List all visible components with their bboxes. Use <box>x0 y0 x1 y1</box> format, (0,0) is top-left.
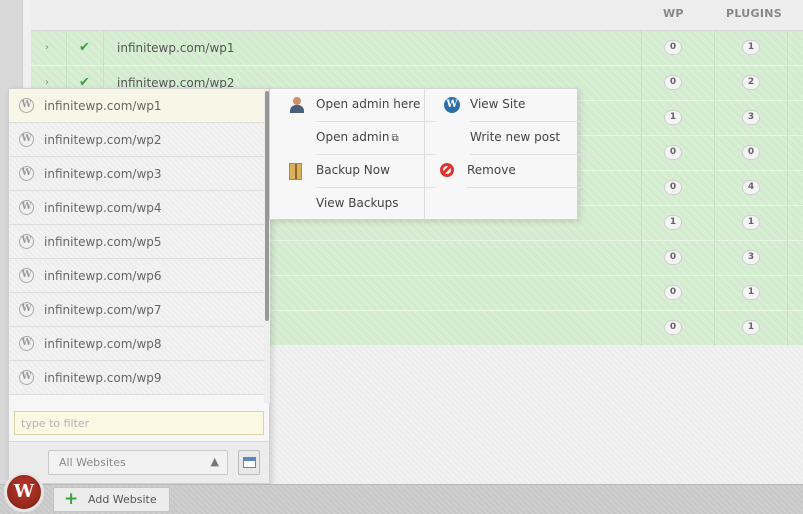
site-selector-panel: Winfinitewp.com/wp1 Winfinitewp.com/wp2 … <box>8 88 270 484</box>
menu-item-write-new-post[interactable]: Write new post <box>470 122 590 155</box>
menu-item-view-site[interactable]: W View Site <box>444 89 590 122</box>
column-header-wp[interactable]: WP <box>663 7 684 20</box>
wordpress-icon: W <box>444 97 460 113</box>
site-context-menu: Open admin here Open admin ⧉ Backup Now V… <box>269 88 590 221</box>
external-link-icon: ⧉ <box>391 133 399 144</box>
site-list-item[interactable]: Winfinitewp.com/wp1 <box>9 89 264 123</box>
table-header: WP PLUGINS <box>31 0 803 31</box>
plugin-update-count[interactable]: 2 <box>742 75 760 90</box>
wp-update-count[interactable]: 0 <box>664 285 682 300</box>
plus-icon: + <box>64 489 79 509</box>
table-row[interactable]: › ✔ infinitewp.com/wp1 0 1 <box>31 31 803 66</box>
site-list-label: infinitewp.com/wp5 <box>44 235 162 249</box>
wordpress-icon: W <box>19 302 34 317</box>
site-list-item[interactable]: Winfinitewp.com/wp6 <box>9 259 264 293</box>
site-list-item[interactable]: Winfinitewp.com/wp3 <box>9 157 264 191</box>
site-list-label: infinitewp.com/wp2 <box>44 133 162 147</box>
plugin-update-count[interactable]: 1 <box>742 40 760 55</box>
expand-chevron-icon[interactable]: › <box>45 42 49 53</box>
wordpress-icon: W <box>19 234 34 249</box>
wordpress-icon: W <box>19 166 34 181</box>
site-filter-input[interactable] <box>14 411 264 435</box>
wordpress-icon: W <box>19 336 34 351</box>
site-list-item[interactable]: Winfinitewp.com/wp2 <box>9 123 264 157</box>
wordpress-logo-icon[interactable]: W <box>4 472 44 512</box>
wordpress-icon: W <box>19 132 34 147</box>
wordpress-icon: W <box>19 268 34 283</box>
wp-update-count[interactable]: 0 <box>664 180 682 195</box>
check-icon: ✔ <box>79 40 90 55</box>
plugin-update-count[interactable]: 1 <box>742 320 760 335</box>
remove-icon <box>440 163 454 177</box>
wordpress-icon: W <box>19 370 34 385</box>
window-view-button[interactable] <box>238 450 260 475</box>
site-url[interactable]: infinitewp.com/wp1 <box>117 41 235 55</box>
site-list-item[interactable]: Winfinitewp.com/wp8 <box>9 327 264 361</box>
user-icon <box>290 97 304 113</box>
wp-update-count[interactable]: 0 <box>664 75 682 90</box>
menu-item-open-admin[interactable]: Open admin ⧉ <box>316 122 436 155</box>
menu-item-remove[interactable]: Remove <box>440 155 587 188</box>
add-website-button[interactable]: + Add Website <box>53 487 170 512</box>
site-list-label: infinitewp.com/wp7 <box>44 303 162 317</box>
add-website-label: Add Website <box>88 493 157 506</box>
panel-footer: All Websites ▲ <box>9 441 269 483</box>
site-list-label: infinitewp.com/wp8 <box>44 337 162 351</box>
wp-update-count[interactable]: 0 <box>664 320 682 335</box>
wp-update-count[interactable]: 0 <box>664 250 682 265</box>
plugin-update-count[interactable]: 3 <box>742 250 760 265</box>
column-header-plugins[interactable]: PLUGINS <box>726 7 782 20</box>
site-list-label: infinitewp.com/wp4 <box>44 201 162 215</box>
chevron-up-icon: ▲ <box>210 455 219 468</box>
wp-update-count[interactable]: 1 <box>664 215 682 230</box>
plugin-update-count[interactable]: 4 <box>742 180 760 195</box>
archive-icon <box>289 163 302 180</box>
menu-item-open-admin-here[interactable]: Open admin here <box>290 89 436 122</box>
site-list-label: infinitewp.com/wp9 <box>44 371 162 385</box>
wordpress-icon: W <box>19 200 34 215</box>
site-list: Winfinitewp.com/wp1 Winfinitewp.com/wp2 … <box>9 89 264 403</box>
menu-item-view-backups[interactable]: View Backups <box>316 188 436 221</box>
menu-item-backup-now[interactable]: Backup Now <box>289 155 436 188</box>
expand-chevron-icon[interactable]: › <box>45 77 49 88</box>
site-list-item[interactable]: Winfinitewp.com/wp9 <box>9 361 264 395</box>
window-icon <box>243 457 256 468</box>
site-list-label: infinitewp.com/wp6 <box>44 269 162 283</box>
plugin-update-count[interactable]: 1 <box>742 285 760 300</box>
wordpress-icon: W <box>19 98 34 113</box>
site-list-label: infinitewp.com/wp3 <box>44 167 162 181</box>
wp-update-count[interactable]: 1 <box>664 110 682 125</box>
wp-update-count[interactable]: 0 <box>664 145 682 160</box>
group-select-value: All Websites <box>59 456 126 469</box>
wp-update-count[interactable]: 0 <box>664 40 682 55</box>
plugin-update-count[interactable]: 3 <box>742 110 760 125</box>
plugin-update-count[interactable]: 1 <box>742 215 760 230</box>
group-select[interactable]: All Websites ▲ <box>48 450 228 475</box>
site-list-item[interactable]: Winfinitewp.com/wp5 <box>9 225 264 259</box>
site-list-item[interactable]: Winfinitewp.com/wp4 <box>9 191 264 225</box>
site-list-label: infinitewp.com/wp1 <box>44 99 162 113</box>
plugin-update-count[interactable]: 0 <box>742 145 760 160</box>
site-list-item[interactable]: Winfinitewp.com/wp7 <box>9 293 264 327</box>
